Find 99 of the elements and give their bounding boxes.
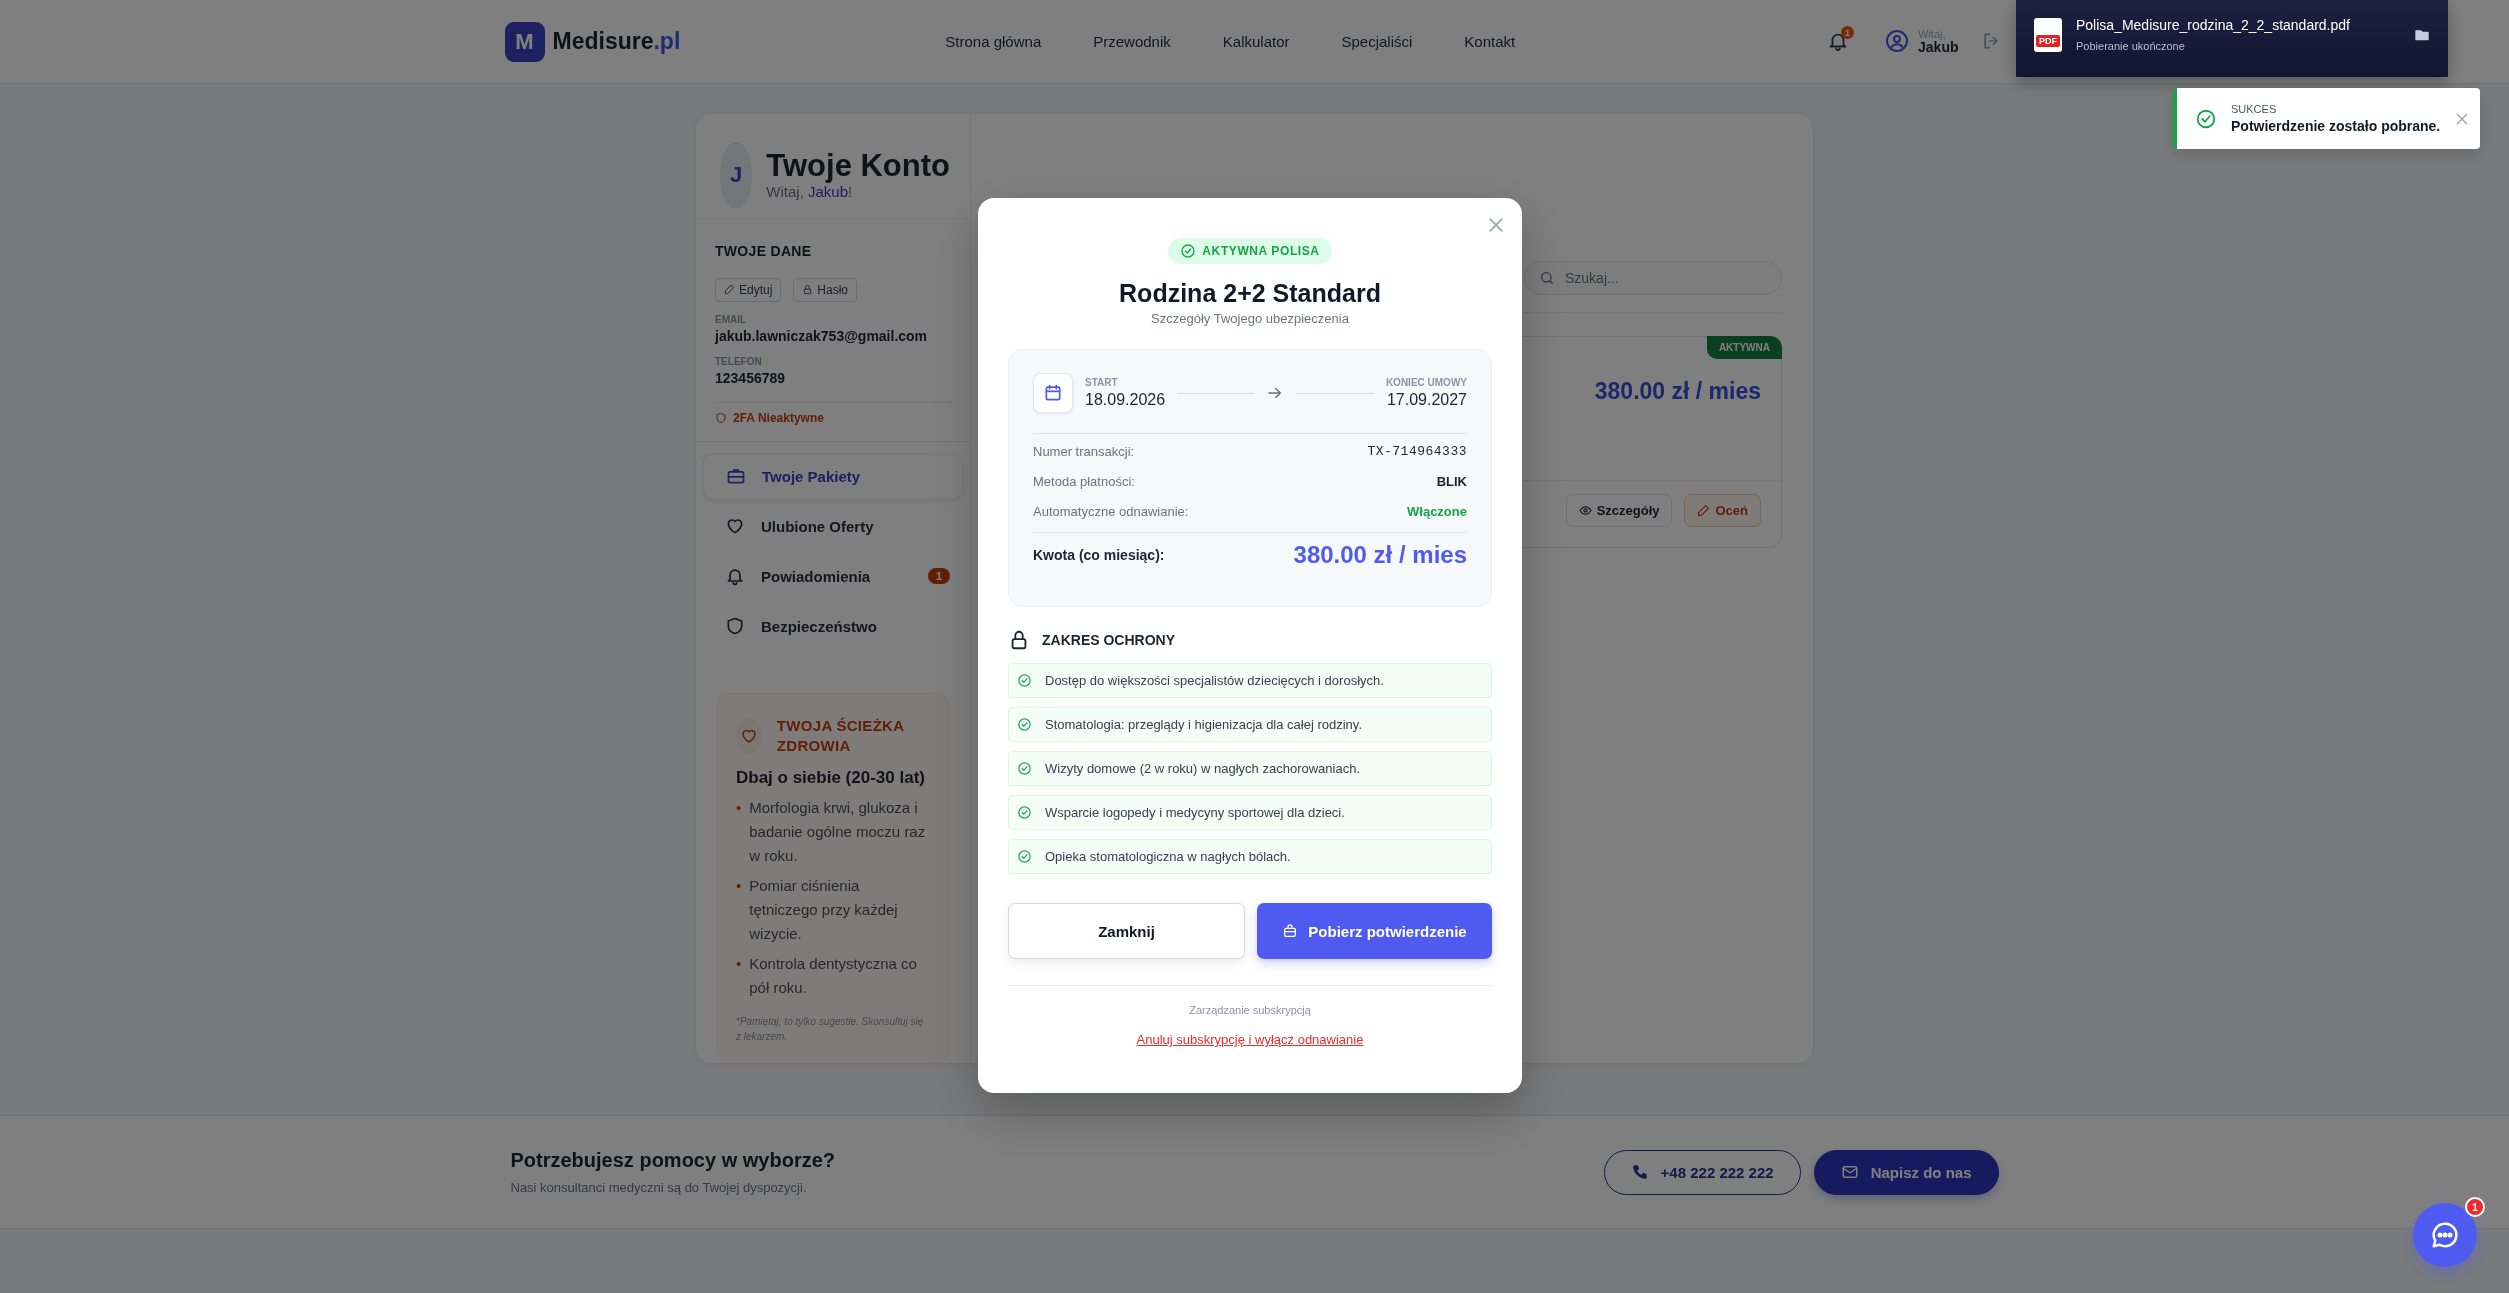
list-item: Pomiar ciśnienia tętniczego przy każdej wizycie. bbox=[749, 876, 899, 944]
nav-link[interactable]: Kalkulator bbox=[1222, 33, 1290, 50]
edit-button[interactable]: Edytuj bbox=[715, 277, 782, 302]
sidebar-item[interactable]: Powiadomienia 1 bbox=[703, 553, 963, 599]
download-status: Pobieranie ukończone bbox=[2076, 40, 2186, 52]
shield-icon bbox=[715, 411, 727, 424]
pdf-file-icon: PDF bbox=[2034, 17, 2062, 52]
end-date: 17.09.2027 bbox=[1385, 391, 1467, 409]
modal-subtitle: Szczegóły Twojego ubezpieczenia bbox=[1151, 310, 1349, 328]
date-label: START bbox=[1085, 377, 1119, 388]
nav-link[interactable]: Przewodnik bbox=[1093, 33, 1171, 50]
detail-label: Metoda płatności: bbox=[1033, 473, 1135, 489]
password-button[interactable]: Hasło bbox=[793, 277, 858, 302]
coverage-item: Wsparcie logopedy i medycyny sportowej dla dzieci. bbox=[1008, 795, 1492, 830]
close-icon bbox=[1486, 215, 1506, 235]
chat-icon bbox=[2430, 1220, 2460, 1250]
details-button[interactable]: Szczegóły bbox=[1565, 494, 1673, 527]
check-circle-icon bbox=[2195, 107, 2217, 130]
nav-link[interactable]: Kontakt bbox=[1464, 33, 1516, 50]
detail-label: Numer transakcji: bbox=[1033, 443, 1135, 459]
notification-button[interactable]: 1 bbox=[1827, 30, 1850, 53]
bell-icon bbox=[725, 566, 745, 586]
notification-count: 1 bbox=[1841, 26, 1855, 40]
sidebar-item[interactable]: Bezpieczeństwo bbox=[703, 603, 963, 649]
help-subtitle: Nasi konsultanci medyczni są do Twojej dyspozycji. bbox=[510, 1180, 808, 1195]
close-button[interactable] bbox=[1486, 215, 1506, 235]
close-button[interactable]: Zamknij bbox=[1008, 903, 1245, 959]
card-heading: TWOJA ŚCIEŻKA ZDROWIA bbox=[776, 715, 905, 756]
check-icon bbox=[1017, 849, 1032, 864]
transaction-id: TX-714964333 bbox=[1367, 443, 1467, 459]
avatar: J bbox=[720, 141, 753, 209]
status-badge: AKTYWNA bbox=[1706, 336, 1782, 359]
rate-button[interactable]: Oceń bbox=[1684, 494, 1761, 527]
phone-button[interactable]: +48 222 222 222 bbox=[1603, 1149, 1801, 1195]
search-field[interactable]: Szukaj... bbox=[1524, 261, 1782, 295]
field-value: jakub.lawniczak753@gmail.com bbox=[715, 327, 929, 344]
toast-message: Potwierdzenie zostało pobrane. bbox=[2231, 118, 2441, 134]
status-text: Włączone bbox=[1407, 503, 1467, 519]
write-button[interactable]: Napisz do nas bbox=[1813, 1149, 1999, 1195]
lock-icon bbox=[802, 284, 814, 295]
help-title: Potrzebujesz pomocy w wyborze? bbox=[510, 1149, 835, 1172]
check-icon bbox=[1017, 805, 1032, 820]
twofa-status: 2FA Nieaktywne bbox=[733, 410, 824, 425]
count-badge: 1 bbox=[927, 568, 950, 584]
list-item: Kontrola dentystyczna co pół roku. bbox=[749, 954, 918, 998]
logo-text[interactable]: Medisure.pl bbox=[552, 28, 681, 55]
bullet: • bbox=[736, 954, 742, 974]
pencil-icon bbox=[724, 284, 735, 295]
briefcase-icon bbox=[726, 466, 746, 486]
file-name: Polisa_Medisure_rodzina_2_2_standard.pdf bbox=[2076, 17, 2351, 33]
manage-label: Zarządzanie subskrypcją bbox=[1189, 1004, 1311, 1016]
logo-mark[interactable]: M bbox=[504, 21, 545, 62]
amount-value: 380.00 zł / mies bbox=[1293, 541, 1467, 569]
download-button[interactable]: Pobierz potwierdzenie bbox=[1257, 903, 1492, 959]
price-text: 380.00 zł / mies bbox=[1594, 378, 1761, 405]
search-input[interactable]: Szukaj... bbox=[1563, 269, 1767, 287]
toast-title: SUKCES bbox=[2231, 103, 2278, 115]
search-icon bbox=[1539, 270, 1555, 286]
section-heading: ZAKRES OCHRONY bbox=[1042, 632, 1175, 648]
status-badge: AKTYWNA POLISA bbox=[1168, 238, 1332, 264]
user-name[interactable]: Jakub bbox=[1918, 39, 1959, 56]
bullet: • bbox=[736, 798, 742, 818]
field-value: 123456789 bbox=[715, 369, 787, 386]
cancel-link[interactable]: Anuluj subskrypcję i wyłącz odnawianie bbox=[1136, 1032, 1364, 1047]
pencil-icon bbox=[1697, 504, 1711, 517]
field-label: EMAIL bbox=[715, 313, 748, 325]
list-item: Morfologia krwi, glukoza i badanie ogólne moczu raz w roku. bbox=[749, 798, 927, 866]
calendar-icon bbox=[1043, 383, 1063, 403]
chat-button[interactable] bbox=[2413, 1203, 2477, 1267]
nav-link[interactable]: Strona główna bbox=[945, 33, 1042, 50]
phone-icon bbox=[1630, 1163, 1649, 1181]
detail-label: Automatyczne odnawianie: bbox=[1033, 503, 1189, 519]
eye-icon bbox=[1578, 504, 1592, 517]
coverage-item: Stomatologia: przeglądy i higienizacja dla całej rodziny. bbox=[1008, 707, 1492, 742]
coverage-item: Opieka stomatologiczna w nagłych bólach. bbox=[1008, 839, 1492, 874]
sidebar-item[interactable]: Twoje Pakiety bbox=[703, 453, 963, 499]
section-heading: TWOJE DANE bbox=[715, 242, 813, 259]
mail-icon bbox=[1840, 1163, 1859, 1181]
modal-title: Rodzina 2+2 Standard bbox=[1119, 278, 1381, 308]
shield-icon bbox=[725, 616, 745, 636]
start-date: 18.09.2026 bbox=[1085, 391, 1166, 409]
date-label: KONIEC UMOWY bbox=[1385, 377, 1467, 388]
field-label: TELEFON bbox=[715, 355, 763, 367]
coverage-item: Dostęp do większości specjalistów dziecięcych i dorosłych. bbox=[1008, 663, 1492, 698]
nav-link[interactable]: Specjaliści bbox=[1341, 33, 1413, 50]
check-icon bbox=[1017, 761, 1032, 776]
heart-icon bbox=[725, 516, 745, 536]
user-icon bbox=[1885, 29, 1910, 54]
coverage-item: Wizyty domowe (2 w roku) w nagłych zachorowaniach. bbox=[1008, 751, 1492, 786]
page-title: Twoje Konto bbox=[766, 150, 950, 183]
bag-icon bbox=[1282, 923, 1299, 939]
check-icon bbox=[1017, 717, 1032, 732]
amount-label: Kwota (co miesiąc): bbox=[1033, 547, 1165, 563]
card-subtitle: Dbaj o siebie (20-30 lat) bbox=[736, 768, 926, 788]
detail-value: BLIK bbox=[1436, 473, 1467, 489]
bullet: • bbox=[736, 876, 742, 896]
greeting-text: Witaj, Jakub! bbox=[766, 183, 854, 200]
sidebar-item[interactable]: Ulubione Oferty bbox=[703, 503, 963, 549]
check-icon bbox=[1017, 673, 1032, 688]
